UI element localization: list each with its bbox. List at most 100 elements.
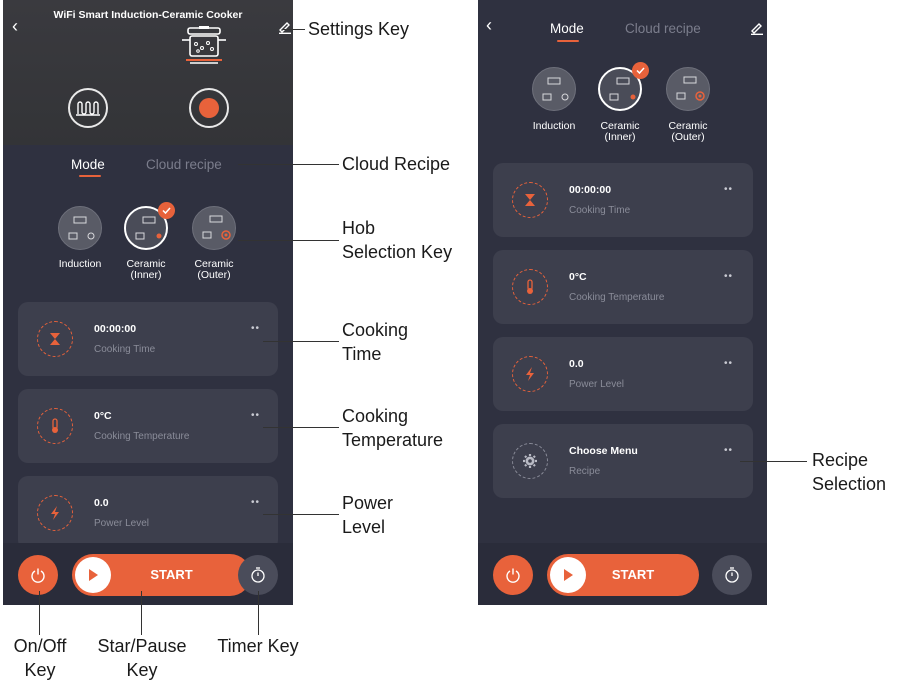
tab-mode[interactable]: Mode xyxy=(71,157,105,172)
more-dots-icon[interactable]: •• xyxy=(251,497,260,508)
power-button[interactable] xyxy=(18,555,58,595)
start-label: START xyxy=(611,567,655,582)
callout-line xyxy=(39,591,40,635)
thermometer-icon xyxy=(37,408,73,444)
more-dots-icon[interactable]: •• xyxy=(724,445,733,456)
tab-active-indicator xyxy=(79,175,101,177)
pencil-icon[interactable] xyxy=(278,20,292,34)
annotation-line: Key xyxy=(24,660,56,680)
more-dots-icon[interactable]: •• xyxy=(724,271,733,282)
annotation-hob-selection: Hob Selection Key xyxy=(342,216,452,264)
annotation-line: Time xyxy=(342,344,382,364)
app-title: WiFi Smart Induction-Ceramic Cooker xyxy=(53,9,243,21)
back-icon[interactable]: ‹ xyxy=(486,16,492,34)
recipe-menu-card[interactable]: Choose Menu Recipe •• xyxy=(493,424,753,498)
more-dots-icon[interactable]: •• xyxy=(251,410,260,421)
hob-induction-button[interactable] xyxy=(58,206,102,250)
thermometer-icon xyxy=(512,269,548,305)
stopwatch-icon xyxy=(725,567,739,583)
callout-line xyxy=(740,461,807,462)
annotation-line: Hob xyxy=(342,218,376,238)
back-icon[interactable]: ‹ xyxy=(12,17,18,35)
annotation-line: Cooking xyxy=(342,320,409,340)
hob-label-line2: (Outer) xyxy=(197,269,231,281)
power-level-card[interactable]: 0.0 Power Level •• xyxy=(493,337,753,411)
annotation-cooking-time: Cooking Time xyxy=(342,318,408,366)
hob-induction-button[interactable] xyxy=(532,67,576,111)
stopwatch-icon xyxy=(251,567,265,583)
tab-cloud-recipe[interactable]: Cloud recipe xyxy=(625,21,701,36)
lightning-icon xyxy=(512,356,548,392)
power-level-card[interactable]: 0.0 Power Level •• xyxy=(18,476,278,550)
bottom-control-bar: START xyxy=(478,543,767,605)
more-dots-icon[interactable]: •• xyxy=(724,358,733,369)
pot-icon xyxy=(182,26,226,64)
power-icon xyxy=(506,568,520,583)
annotation-cloud-recipe: Cloud Recipe xyxy=(342,154,451,174)
hourglass-icon xyxy=(512,182,548,218)
hob-ceramic-outer-button[interactable] xyxy=(192,206,236,250)
cooking-temperature-label: Cooking Temperature xyxy=(569,292,665,303)
callout-line xyxy=(238,240,339,241)
power-level-value: 0.0 xyxy=(94,497,109,509)
annotation-line: On/Off xyxy=(13,636,67,656)
cooking-temperature-card[interactable]: 0°C Cooking Temperature •• xyxy=(493,250,753,324)
hob-label: Induction xyxy=(532,120,576,132)
more-dots-icon[interactable]: •• xyxy=(251,323,260,334)
cooking-time-card[interactable]: 00:00:00 Cooking Time •• xyxy=(493,163,753,237)
hob-ceramic-outer-button[interactable] xyxy=(666,67,710,111)
annotation-recipe-selection: Recipe Selection xyxy=(812,448,886,496)
cooking-temperature-label: Cooking Temperature xyxy=(94,431,190,442)
bottom-control-bar: START xyxy=(3,543,293,605)
cooking-time-value: 00:00:00 xyxy=(94,323,137,335)
cooker-hero-header: WiFi Smart Induction-Ceramic Cooker ‹ xyxy=(3,0,293,145)
annotation-line: Level xyxy=(342,517,386,537)
annotation-line: Selection xyxy=(812,474,887,494)
callout-line xyxy=(263,341,339,342)
annotation-line: Selection Key xyxy=(342,242,453,262)
annotation-start-pause-key: Star/Pause Key xyxy=(86,634,198,682)
pencil-icon[interactable] xyxy=(750,21,764,35)
cooking-temperature-card[interactable]: 0°C Cooking Temperature •• xyxy=(18,389,278,463)
timer-button[interactable] xyxy=(238,555,278,595)
recipe-menu-value: Choose Menu xyxy=(569,445,638,457)
callout-line xyxy=(258,591,259,635)
power-button[interactable] xyxy=(493,555,533,595)
cooking-time-label: Cooking Time xyxy=(94,344,156,355)
check-icon xyxy=(158,202,175,219)
power-level-label: Power Level xyxy=(94,518,150,529)
start-button[interactable]: START xyxy=(72,554,251,596)
hob-label: Ceramic (Inner) xyxy=(590,121,650,143)
annotation-line: Cooking xyxy=(342,406,409,426)
annotation-line: Recipe xyxy=(812,450,869,470)
power-level-label: Power Level xyxy=(569,379,625,390)
cooking-temperature-value: 0°C xyxy=(94,410,112,422)
annotation-power-level: Power Level xyxy=(342,491,393,539)
more-dots-icon[interactable]: •• xyxy=(724,184,733,195)
hob-label-line2: (Inner) xyxy=(130,269,162,281)
cooking-time-card[interactable]: 00:00:00 Cooking Time •• xyxy=(18,302,278,376)
start-button[interactable]: START xyxy=(547,554,699,596)
annotation-settings-key: Settings Key xyxy=(308,19,410,39)
induction-coil-icon xyxy=(68,88,108,128)
recipe-menu-label: Recipe xyxy=(569,466,601,477)
tab-mode[interactable]: Mode xyxy=(550,21,584,36)
cooking-time-value: 00:00:00 xyxy=(569,184,612,196)
tab-cloud-recipe[interactable]: Cloud recipe xyxy=(146,157,222,172)
power-level-value: 0.0 xyxy=(569,358,584,370)
lightning-icon xyxy=(37,495,73,531)
cooking-time-label: Cooking Time xyxy=(569,205,631,216)
callout-line xyxy=(141,591,142,635)
tab-active-indicator xyxy=(557,40,579,42)
gear-icon xyxy=(512,443,548,479)
timer-button[interactable] xyxy=(712,555,752,595)
hob-label: Ceramic (Outer) xyxy=(184,259,244,281)
cooking-temperature-value: 0°C xyxy=(569,271,587,283)
annotation-line: Key xyxy=(126,660,158,680)
annotation-onoff-key: On/Off Key xyxy=(2,634,78,682)
ceramic-hob-icon xyxy=(189,88,229,128)
hob-label-line2: (Inner) xyxy=(604,131,636,143)
annotation-timer-key: Timer Key xyxy=(217,636,299,656)
callout-line xyxy=(283,29,305,30)
callout-line xyxy=(263,514,339,515)
